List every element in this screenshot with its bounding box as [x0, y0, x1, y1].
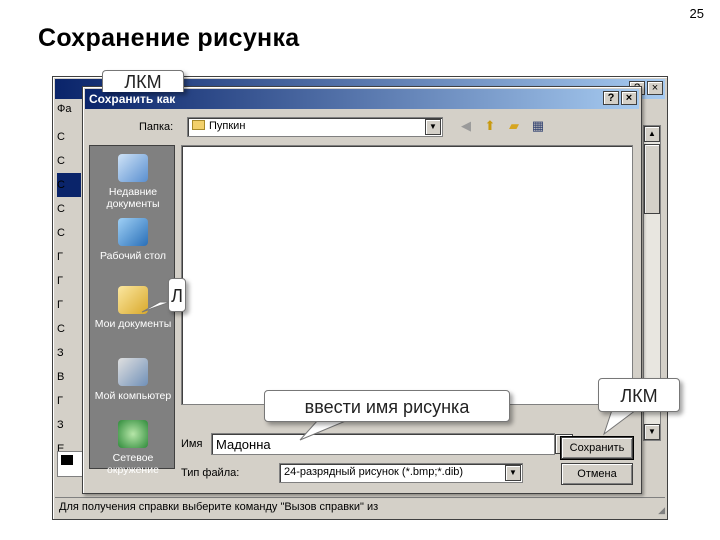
callout-top: ЛКМ [102, 70, 184, 92]
folder-value: Пупкин [209, 120, 246, 132]
save-button[interactable]: Сохранить [560, 436, 634, 460]
place-label: Недавние документы [106, 186, 160, 210]
file-type-select[interactable]: 24-разрядный рисунок (*.bmp;*.dib) ▼ [279, 463, 523, 483]
scroll-down-arrow-icon[interactable]: ▼ [644, 424, 660, 440]
place-network[interactable]: Сетевое окружение [90, 420, 176, 476]
file-name-label: Имя [181, 438, 203, 450]
dialog-title: Сохранить как [85, 89, 639, 109]
dialog-toolbar: ◀ ⬆ ▰ ▦ [457, 117, 547, 135]
folder-icon [192, 120, 205, 130]
file-list[interactable] [181, 145, 633, 405]
foreground-color [61, 455, 73, 465]
scroll-thumb[interactable] [644, 144, 660, 214]
my-computer-icon [118, 358, 148, 386]
tool-item[interactable]: З [57, 341, 67, 365]
tool-item[interactable]: Г [57, 293, 67, 317]
slide-title: Сохранение рисунка [38, 24, 300, 52]
place-label: Сетевое окружение [107, 452, 159, 476]
tool-item[interactable]: Г [57, 245, 67, 269]
tool-item[interactable]: З [57, 413, 67, 437]
status-bar: Для получения справки выберите команду "… [55, 497, 665, 517]
place-label: Мой компьютер [94, 390, 172, 402]
chevron-down-icon[interactable]: ▼ [505, 465, 521, 481]
place-my-documents[interactable]: Мои документы [90, 286, 176, 330]
my-documents-icon [118, 286, 148, 314]
tool-item[interactable]: С [57, 197, 67, 221]
desktop-icon [118, 218, 148, 246]
chevron-down-icon[interactable]: ▼ [425, 119, 441, 135]
color-swatch[interactable] [57, 451, 83, 477]
dialog-help-button[interactable]: ? [603, 91, 619, 105]
paint-close-button[interactable]: × [647, 81, 663, 95]
folder-select[interactable]: Пупкин ▼ [187, 117, 443, 137]
paint-toolbox: С С С С С Г Г Г С З В Г З Е [57, 125, 81, 461]
scroll-up-arrow-icon[interactable]: ▲ [644, 126, 660, 142]
callout-left: Л [168, 278, 186, 312]
callout-enter-name: ввести имя рисунка [264, 390, 510, 422]
recent-documents-icon [118, 154, 148, 182]
folder-label: Папка: [139, 121, 174, 133]
place-label: Мои документы [94, 318, 172, 330]
place-label: Рабочий стол [100, 250, 166, 262]
resize-grip-icon[interactable]: ◢ [658, 505, 665, 516]
tool-item[interactable]: Г [57, 269, 67, 293]
tool-item[interactable]: Г [57, 389, 67, 413]
tool-item[interactable]: С [57, 317, 67, 341]
tool-item[interactable]: С [57, 149, 67, 173]
back-icon[interactable]: ◀ [457, 117, 475, 135]
cancel-button[interactable]: Отмена [561, 463, 633, 485]
view-menu-icon[interactable]: ▦ [529, 117, 547, 135]
save-as-dialog: Сохранить как ? × Папка: Пупкин ▼ ◀ ⬆ ▰ … [82, 86, 642, 494]
callout-save: ЛКМ [598, 378, 680, 412]
paint-menu-file[interactable]: Фа [57, 103, 71, 115]
file-name-input[interactable]: Мадонна [211, 433, 555, 455]
new-folder-icon[interactable]: ▰ [505, 117, 523, 135]
places-bar: Недавние документы Рабочий стол Мои доку… [89, 145, 176, 476]
dialog-close-button[interactable]: × [621, 91, 637, 105]
file-type-label: Тип файла: [181, 467, 240, 479]
network-places-icon [118, 420, 148, 448]
tool-item[interactable]: В [57, 365, 67, 389]
place-my-computer[interactable]: Мой компьютер [90, 358, 176, 402]
place-desktop[interactable]: Рабочий стол [90, 218, 176, 262]
dialog-title-controls: ? × [603, 91, 637, 105]
place-recent-documents[interactable]: Недавние документы [90, 154, 176, 210]
up-folder-icon[interactable]: ⬆ [481, 117, 499, 135]
file-type-value: 24-разрядный рисунок (*.bmp;*.dib) [284, 466, 464, 478]
tool-item[interactable]: С [57, 125, 67, 149]
slide-number: 25 [689, 6, 704, 21]
tool-item-selected[interactable]: С [57, 173, 81, 197]
tool-item[interactable]: С [57, 221, 67, 245]
